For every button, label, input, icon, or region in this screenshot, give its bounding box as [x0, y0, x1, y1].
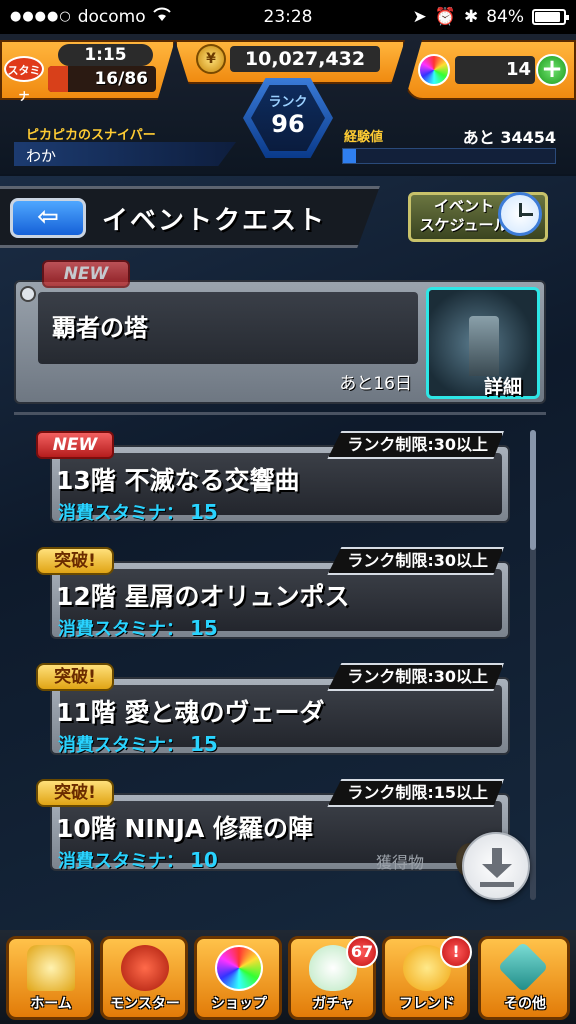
bolt-icon: [20, 286, 36, 302]
clock-icon: [498, 192, 542, 236]
quest-rank-limit: ランク制限:15以上: [327, 779, 504, 807]
alarm-icon: ⏰: [434, 7, 456, 27]
orb-icon: [418, 54, 450, 86]
add-orbs-button[interactable]: +: [536, 54, 568, 86]
battery-icon: [532, 9, 569, 25]
quest-item[interactable]: 突破! ランク制限:30以上 12階 星屑のオリュンポス 消費スタミナ： 15: [36, 547, 510, 641]
quest-name: 13階 不滅なる交響曲: [56, 466, 300, 495]
nav-monster-label: モンスター: [110, 996, 180, 1012]
rank-label: ランク: [268, 95, 308, 110]
battery-percent: 84%: [486, 7, 524, 27]
exp-bar: [342, 148, 556, 164]
stamina-label: スタミナ: [4, 56, 44, 103]
quest-stamina-label: 消費スタミナ：: [58, 735, 184, 756]
back-button[interactable]: ⇦: [10, 198, 86, 238]
quest-stamina: 消費スタミナ： 15: [58, 615, 218, 641]
location-arrow-icon: ➤: [412, 7, 427, 27]
quest-cleared-badge: 突破!: [36, 547, 114, 575]
exp-bar-fill: [343, 149, 356, 163]
coin-icon: ¥: [196, 44, 226, 74]
featured-detail-button[interactable]: 詳細: [484, 372, 522, 399]
quest-stamina-value: 15: [190, 616, 218, 640]
quest-item[interactable]: 突破! ランク制限:15以上 10階 NINJA 修羅の陣 消費スタミナ： 10 …: [36, 779, 510, 877]
quest-stamina-value: 15: [190, 732, 218, 756]
featured-event-thumbnail[interactable]: [426, 287, 540, 399]
nav-gacha-label: ガチャ: [312, 996, 354, 1012]
quest-list[interactable]: NEW ランク制限:30以上 13階 不滅なる交響曲 消費スタミナ： 15 突破!…: [14, 412, 546, 912]
other-menu-icon: [497, 941, 549, 993]
featured-event-name: 覇者の塔: [52, 314, 148, 342]
quest-stamina-value: 15: [190, 500, 218, 524]
quest-name: 10階 NINJA 修羅の陣: [56, 814, 313, 843]
exp-label: 経験値: [344, 130, 384, 145]
quest-stamina-label: 消費スタミナ：: [58, 503, 184, 524]
nav-other-label: その他: [504, 996, 546, 1012]
quest-item[interactable]: 突破! ランク制限:30以上 11階 愛と魂のヴェーダ 消費スタミナ： 15: [36, 663, 510, 757]
page-title: イベントクエスト: [102, 206, 327, 236]
quest-stamina: 消費スタミナ： 15: [58, 731, 218, 757]
quest-cleared-badge: 突破!: [36, 663, 114, 691]
nav-friend-label: フレンド: [399, 996, 455, 1012]
player-title: ピカピカのスナイパー: [26, 128, 156, 143]
quest-rank-limit: ランク制限:30以上: [327, 431, 504, 459]
gacha-count-badge: 67: [346, 936, 378, 968]
friend-alert-badge: !: [440, 936, 472, 968]
monster-icon: [121, 945, 169, 991]
nav-shop-button[interactable]: ショップ: [194, 936, 282, 1020]
quest-new-badge: NEW: [36, 431, 114, 459]
stamina-count: 16/86: [94, 69, 148, 89]
quest-stamina-value: 10: [190, 848, 218, 872]
stamina-timer: 1:15: [58, 44, 153, 66]
download-button[interactable]: [462, 832, 530, 900]
quest-drops-label: 獲得物: [376, 853, 425, 872]
nav-home-button[interactable]: ホーム: [6, 936, 94, 1020]
coin-value: 10,027,432: [230, 46, 380, 72]
quest-stamina: 消費スタミナ： 10: [58, 847, 218, 873]
home-icon: [27, 945, 75, 991]
status-right: ➤ ⏰ ✱ 84%: [412, 0, 569, 34]
featured-new-badge: NEW: [42, 260, 130, 288]
nav-other-button[interactable]: その他: [478, 936, 570, 1020]
quest-rank-limit: ランク制限:30以上: [327, 663, 504, 691]
quest-stamina-label: 消費スタミナ：: [58, 851, 184, 872]
orb-count: 14: [505, 59, 531, 80]
status-bar: ●●●●○ docomo 23:28 ➤ ⏰ ✱ 84%: [0, 0, 576, 34]
quest-stamina: 消費スタミナ： 15: [58, 499, 218, 525]
featured-remaining-days: あと16日: [339, 374, 412, 394]
quest-name: 11階 愛と魂のヴェーダ: [56, 698, 325, 727]
orb-shop-icon: [215, 945, 263, 991]
quest-name: 12階 星屑のオリュンポス: [56, 582, 350, 611]
back-arrow-icon: ⇦: [37, 202, 59, 232]
nav-home-label: ホーム: [30, 996, 72, 1012]
bluetooth-icon: ✱: [463, 7, 479, 27]
tower-image: [469, 316, 499, 376]
rank-value: 96: [271, 110, 305, 138]
quest-cleared-badge: 突破!: [36, 779, 114, 807]
nav-monster-button[interactable]: モンスター: [100, 936, 188, 1020]
quest-rank-limit: ランク制限:30以上: [327, 547, 504, 575]
quest-stamina-label: 消費スタミナ：: [58, 619, 184, 640]
exp-remaining: あと 34454: [462, 128, 556, 147]
player-name: わか: [26, 147, 57, 165]
quest-item[interactable]: NEW ランク制限:30以上 13階 不滅なる交響曲 消費スタミナ： 15: [36, 431, 510, 525]
scrollbar-thumb[interactable]: [530, 430, 536, 550]
nav-shop-label: ショップ: [211, 996, 267, 1012]
